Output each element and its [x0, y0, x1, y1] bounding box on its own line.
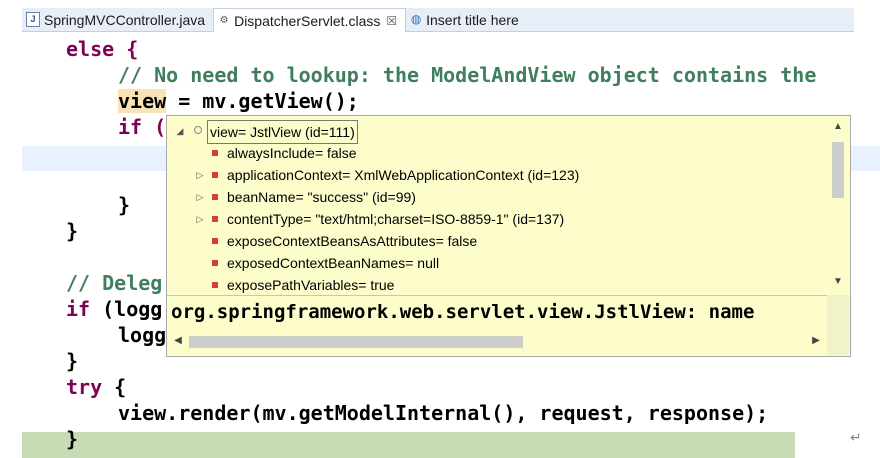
- code-text: {: [102, 375, 127, 399]
- tab-insert-title[interactable]: ◍ Insert title here: [406, 8, 527, 31]
- code-text: = mv.getView();: [166, 89, 359, 113]
- editor-tab-bar: J SpringMVCController.java ⚙ DispatcherS…: [22, 8, 854, 32]
- tab-dispatcherservlet[interactable]: ⚙ DispatcherServlet.class ☒: [213, 8, 407, 32]
- field-icon: [212, 238, 218, 244]
- code-line: else {: [66, 36, 138, 62]
- scrollbar-corner: [827, 295, 849, 355]
- code-keyword: if: [66, 297, 91, 321]
- field-icon: [212, 194, 218, 200]
- code-comment: // Deleg: [66, 271, 163, 295]
- code-line: }: [66, 349, 79, 373]
- code-keyword: else {: [66, 37, 139, 61]
- code-line: }: [66, 427, 79, 451]
- web-page-icon: ◍: [410, 12, 422, 26]
- code-line: if (logg: [66, 296, 162, 322]
- code-line: }: [118, 193, 131, 217]
- field-label: exposeContextBeansAsAttributes= false: [227, 233, 478, 249]
- variable-tree[interactable]: ◢ view= JstlView (id=111) alwaysInclude=…: [167, 116, 827, 294]
- field-label: applicationContext= XmlWebApplicationCon…: [227, 167, 580, 183]
- tab-label: Insert title here: [426, 11, 519, 28]
- field-icon: [212, 150, 218, 156]
- code-line: view = mv.getView();: [118, 88, 359, 114]
- debug-current-line-highlight: [22, 432, 795, 458]
- field-icon: [212, 260, 218, 266]
- expanded-arrow-icon[interactable]: ◢: [175, 120, 185, 142]
- root-variable-label: view= JstlView (id=111): [207, 120, 358, 144]
- code-line: try {: [66, 374, 126, 400]
- field-icon: [212, 282, 218, 288]
- collapsed-arrow-icon[interactable]: ▷: [195, 208, 205, 230]
- horizontal-scrollbar[interactable]: ◀ ▶: [167, 328, 827, 354]
- scroll-up-icon[interactable]: ▲: [827, 121, 849, 132]
- vertical-scrollbar[interactable]: ▲ ▼: [827, 116, 849, 294]
- field-label: exposedContextBeanNames= null: [227, 255, 440, 271]
- field-label: exposePathVariables= true: [227, 277, 395, 293]
- field-label: beanName= "success" (id=99): [227, 189, 416, 205]
- code-keyword: try: [66, 375, 103, 399]
- code-comment: // No need to lookup: the ModelAndView o…: [118, 63, 817, 87]
- variable-inspector-popup[interactable]: ◢ view= JstlView (id=111) alwaysInclude=…: [166, 115, 851, 357]
- code-line: logg: [118, 323, 167, 347]
- code-keyword: if (: [118, 115, 167, 139]
- field-icon: [194, 126, 202, 134]
- vertical-scroll-thumb[interactable]: [832, 142, 844, 198]
- field-label: contentType= "text/html;charset=ISO-8859…: [227, 211, 565, 227]
- java-file-icon: J: [26, 12, 40, 27]
- code-line: view.render(mv.getModelInternal(), reque…: [118, 401, 769, 425]
- field-label: alwaysInclude= false: [227, 145, 357, 161]
- collapsed-arrow-icon[interactable]: ▷: [195, 164, 205, 186]
- tab-label: SpringMVCController.java: [44, 11, 206, 28]
- field-icon: [212, 216, 218, 222]
- field-icon: [212, 172, 218, 178]
- horizontal-scroll-thumb[interactable]: [189, 336, 523, 348]
- hovered-variable[interactable]: view: [118, 89, 167, 113]
- tab-springmvccontroller[interactable]: J SpringMVCController.java: [22, 8, 213, 31]
- scroll-right-icon[interactable]: ▶: [805, 335, 827, 346]
- paragraph-mark-icon: ↵: [850, 430, 862, 446]
- scroll-down-icon[interactable]: ▼: [827, 276, 849, 287]
- code-line: }: [66, 219, 79, 243]
- scroll-left-icon[interactable]: ◀: [167, 335, 189, 346]
- collapsed-arrow-icon[interactable]: ▷: [195, 186, 205, 208]
- detail-pane[interactable]: org.springframework.web.servlet.view.Jst…: [167, 295, 827, 327]
- class-file-icon: ⚙: [219, 15, 229, 26]
- code-text: (logg: [90, 297, 163, 321]
- tab-label: DispatcherServlet.class: [234, 12, 381, 29]
- close-icon[interactable]: ☒: [386, 14, 397, 28]
